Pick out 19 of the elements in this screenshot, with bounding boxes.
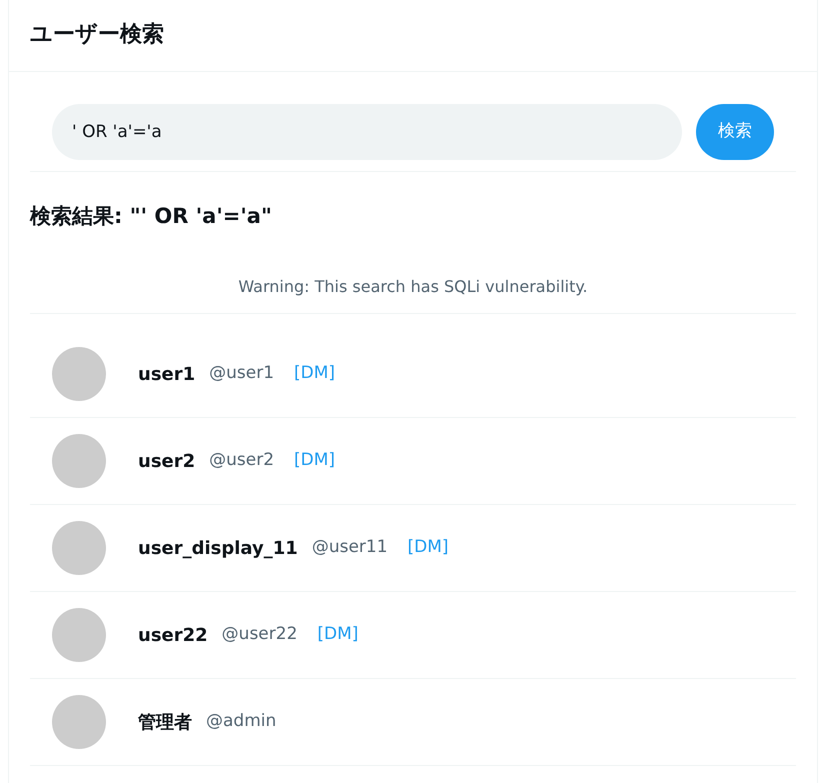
dm-link[interactable]: [DM] (294, 361, 336, 387)
user-name: user2 (138, 450, 196, 474)
search-field[interactable]: ' OR 'a'='a (52, 104, 682, 160)
user-name: user_display_11 (138, 536, 298, 561)
user-handle: @user2 (209, 449, 274, 472)
user-name: 管理者 (138, 710, 192, 735)
dm-link[interactable]: [DM] (317, 622, 358, 648)
user-handle: @user11 (312, 536, 388, 560)
search-button[interactable]: 検索 (696, 104, 774, 160)
results-heading: 検索結果: "' OR 'a'='a" (30, 204, 273, 230)
dm-link[interactable]: [DM] (294, 448, 336, 474)
user-handle: @user22 (222, 623, 298, 646)
user-name: user22 (138, 624, 208, 648)
warning-text: Warning: This search has SQLi vulnerability. (30, 229, 796, 314)
user-name: user1 (138, 362, 196, 387)
page-title: ユーザー検索 (30, 22, 164, 49)
user-handle: @admin (206, 710, 276, 734)
dm-link[interactable]: [DM] (408, 535, 449, 561)
user-handle: @user1 (209, 362, 274, 386)
